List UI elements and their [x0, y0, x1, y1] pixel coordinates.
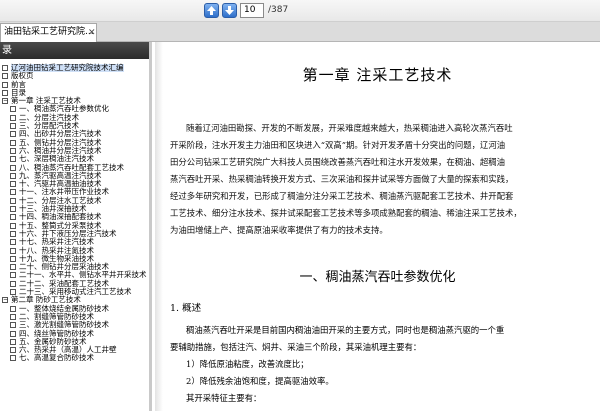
- text-line: 蒸汽吞吐开采、热采稠油转换开发方式、三次采油和探井试采等方面做了大量的探索和实践…: [170, 174, 514, 184]
- bookmark-icon: [10, 214, 16, 221]
- bookmark-icon: [2, 81, 8, 88]
- bookmark-icon: [10, 106, 16, 113]
- bookmark-label: 七、高温复合防砂技术: [19, 353, 94, 363]
- bookmark-icon: [2, 73, 8, 80]
- chapter-title: 第一章 注采工艺技术: [302, 66, 453, 84]
- bookmark-icon: [10, 255, 16, 262]
- bookmark-icon: [10, 123, 16, 130]
- bookmark-icon: [10, 239, 16, 246]
- previous-page-button[interactable]: [204, 3, 219, 18]
- bookmark-icon: [2, 89, 8, 96]
- bookmark-icon: [10, 197, 16, 204]
- bookmark-icon: [10, 114, 16, 121]
- close-icon[interactable]: ✕: [88, 25, 96, 42]
- arrow-up-icon: [207, 6, 216, 15]
- bookmark-icon: [10, 189, 16, 196]
- text-line: 开采阶段，注水开发主力油田和区块进入“双高”期。针对开发矛盾十分突出的问题，辽河…: [170, 140, 506, 150]
- arrow-down-icon: [225, 6, 234, 15]
- bookmark-icon: [10, 247, 16, 254]
- tab-bar: 油田钻采工艺研究院... ✕: [0, 22, 600, 42]
- text-line: 1）降低原油粘度，改善流度比；: [186, 359, 309, 369]
- bookmark-icon: [10, 164, 16, 171]
- tab-title: 油田钻采工艺研究院...: [4, 27, 94, 37]
- subsection-title: 1. 概述: [170, 303, 202, 314]
- bookmark-icon: [10, 181, 16, 188]
- document-tab[interactable]: 油田钻采工艺研究院... ✕: [0, 23, 97, 42]
- text-line: 经过多年研究和开发，已形成了稠油分注分采工艺技术、稠油蒸汽驱配套工艺技术、井开配…: [170, 191, 514, 201]
- expand-toggle-icon[interactable]: −: [2, 98, 8, 105]
- bookmark-icon: [10, 313, 16, 320]
- bookmark-icon: [2, 65, 8, 71]
- bookmark-icon: [10, 230, 16, 237]
- text-line: 其开采特征主要有：: [186, 393, 262, 403]
- bookmark-icon: [10, 347, 16, 354]
- bookmark-icon: [10, 355, 16, 362]
- bookmark-icon: [10, 264, 16, 271]
- toolbar: 10 /387: [0, 0, 600, 22]
- sidebar-header: 录: [0, 42, 149, 59]
- page-shadow: [155, 42, 163, 411]
- bookmark-icon: [10, 338, 16, 345]
- text-line: 为油田增储上产、提高原油采收率提供了有力的技术支持。: [170, 225, 388, 235]
- text-line: 随着辽河油田勘探、开发的不断发展，开采难度越来越大，热采稠油进入高轮次蒸汽吞吐: [186, 123, 513, 133]
- section-title: 一、稠油蒸汽吞吐参数优化: [299, 270, 456, 285]
- bookmark-icon: [10, 272, 16, 279]
- bookmark-tree: 辽河油田钻采工艺研究院技术汇编 版权页 前言 目录 − 第一章 注采工艺技术 一、稠油蒸汽吞…: [0, 63, 149, 363]
- page-number-input[interactable]: 10: [240, 3, 264, 18]
- bookmark-icon: [10, 147, 16, 154]
- document-page: 第一章 注采工艺技术 随着辽河油田勘探、开发的不断发展，开采难度越来越大，热采稠…: [155, 42, 600, 411]
- text-line: 工艺技术、细分注水技术、探井试采配套工艺技术等多项成熟配套的稠油、稀油注采工艺技…: [170, 208, 522, 218]
- bookmark-icon: [10, 206, 16, 213]
- page-total: /387: [268, 5, 289, 15]
- bookmark-sidebar: 录 辽河油田钻采工艺研究院技术汇编 版权页 前言 目录 − 第一章 注采工艺技术 一、稠油蒸…: [0, 42, 152, 411]
- bookmark-icon: [10, 131, 16, 138]
- bookmark-icon: [10, 305, 16, 312]
- bookmark-item[interactable]: 七、高温复合防砂技术: [0, 353, 149, 363]
- bookmark-icon: [10, 156, 16, 163]
- text-line: 稠油蒸汽吞吐开采是目前国内稠油油田开采的主要方式，同时也是稠油蒸汽驱的一个重: [186, 325, 505, 335]
- next-page-button[interactable]: [222, 3, 237, 18]
- bookmark-icon: [10, 330, 16, 337]
- text-line: 2）降低残余油饱和度，提高驱油效率。: [186, 376, 334, 386]
- expand-toggle-icon[interactable]: −: [2, 297, 8, 304]
- bookmark-icon: [10, 139, 16, 146]
- intro-paragraph: 随着辽河油田勘探、开发的不断发展，开采难度越来越大，热采稠油进入高轮次蒸汽吞吐开…: [170, 120, 595, 239]
- bookmark-icon: [10, 280, 16, 287]
- text-line: 田分公司钻采工艺研究院广大科技人员围绕改善蒸汽吞吐和注水开发效果，在稠油、超稠油: [170, 157, 505, 167]
- bookmark-icon: [10, 172, 16, 179]
- text-line: 要辅助措施，包括注汽、焖井、采油三个阶段，其采油机理主要有：: [170, 342, 422, 352]
- bookmark-icon: [10, 222, 16, 229]
- bookmark-icon: [10, 322, 16, 329]
